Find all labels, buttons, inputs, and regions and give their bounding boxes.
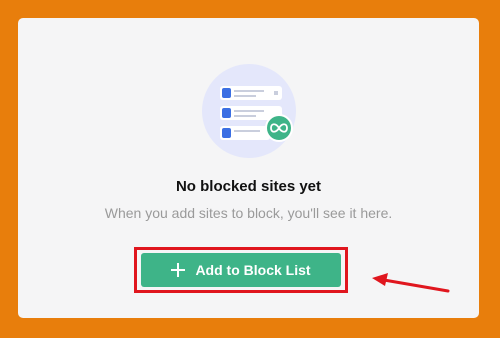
empty-list-illustration (202, 64, 296, 158)
red-arrow-annotation (372, 273, 450, 293)
empty-state-card: No blocked sites yet When you add sites … (18, 18, 479, 318)
list-card-3 (220, 126, 270, 140)
list-card-1 (220, 86, 282, 100)
screenshot-frame: No blocked sites yet When you add sites … (0, 0, 500, 338)
add-button-label: Add to Block List (195, 262, 311, 278)
plus-icon (171, 263, 186, 277)
add-to-block-list-button[interactable]: Add to Block List (141, 253, 341, 287)
empty-state-title: No blocked sites yet (175, 178, 322, 195)
infinity-icon (265, 114, 293, 142)
empty-state-subtitle: When you add sites to block, you'll see … (104, 205, 393, 221)
